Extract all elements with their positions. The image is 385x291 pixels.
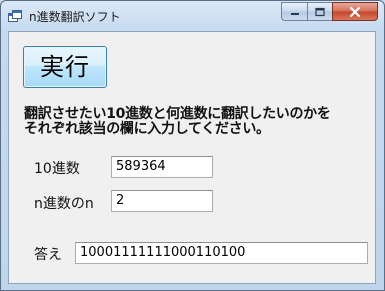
form-client-area: 実行 翻訳させたい10進数と何進数に翻訳したいのかを それぞれ該当の欄に入力して… [8, 31, 376, 284]
decimal-label: 10進数 [34, 161, 80, 177]
maximize-icon [315, 7, 325, 16]
base-label: n進数のn [34, 196, 94, 212]
app-window: n進数翻訳ソフト 実行 翻訳させたい10進数と何進数に翻訳したいのかを それぞれ… [0, 0, 385, 291]
close-icon [349, 6, 361, 17]
instruction-text: 翻訳させたい10進数と何進数に翻訳したいのかを それぞれ該当の欄に入力してくださ… [24, 106, 331, 137]
maximize-button[interactable] [307, 2, 332, 21]
minimize-button[interactable] [281, 2, 307, 21]
title-bar[interactable]: n進数翻訳ソフト [1, 1, 384, 31]
answer-output[interactable]: 10001111111000110100 [75, 242, 368, 264]
decimal-input[interactable]: 589364 [111, 156, 213, 178]
window-app-icon[interactable] [8, 9, 22, 23]
answer-label: 答え [34, 247, 62, 263]
window-title: n進数翻訳ソフト [29, 10, 121, 24]
close-button[interactable] [332, 2, 378, 21]
execute-button[interactable]: 実行 [23, 46, 107, 88]
minimize-icon [290, 12, 299, 15]
base-input[interactable]: 2 [111, 190, 213, 212]
